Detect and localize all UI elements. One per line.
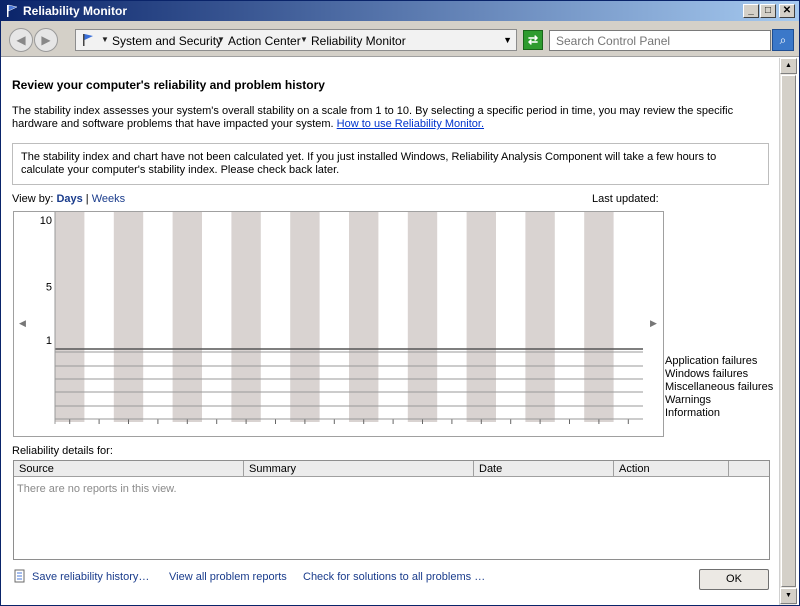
- view-weeks-link[interactable]: Weeks: [92, 193, 125, 205]
- chevron-down-icon[interactable]: ▼: [217, 35, 225, 44]
- search-icon: ⌕: [779, 33, 787, 47]
- search-input[interactable]: [549, 30, 771, 51]
- legend-item: Information: [665, 407, 721, 419]
- view-problem-reports-link[interactable]: View all problem reports: [169, 571, 287, 583]
- column-action[interactable]: Action: [614, 461, 729, 477]
- chart-column[interactable]: [172, 212, 202, 422]
- view-by: View by: Days | Weeks: [12, 193, 125, 205]
- chart-column[interactable]: [584, 212, 614, 422]
- arrow-right-icon: ▶: [41, 33, 51, 47]
- reliability-details-table: Source Summary Date Action There are no …: [13, 460, 770, 560]
- breadcrumb[interactable]: ▼ System and Security ▼ Action Center ▼ …: [75, 29, 517, 51]
- y-tick-label: 1: [46, 335, 52, 347]
- chevron-down-icon[interactable]: ▼: [101, 35, 109, 44]
- vertical-scrollbar[interactable]: ▲ ▼: [779, 58, 797, 605]
- column-source[interactable]: Source: [14, 461, 244, 477]
- chart-column[interactable]: [466, 212, 496, 422]
- column-date[interactable]: Date: [474, 461, 614, 477]
- save-history-link[interactable]: Save reliability history…: [32, 571, 149, 583]
- column-summary[interactable]: Summary: [244, 461, 474, 477]
- title-bar: Reliability Monitor _ □ ✕: [1, 1, 799, 21]
- empty-message: There are no reports in this view.: [17, 483, 177, 495]
- chart-legend: Application failures Windows failures Misc…: [665, 355, 773, 420]
- flag-icon: [7, 4, 18, 17]
- breadcrumb-system-security[interactable]: System and Security: [112, 34, 222, 48]
- refresh-button[interactable]: ⇄: [523, 30, 543, 50]
- chart-column[interactable]: [290, 212, 320, 422]
- window-title: Reliability Monitor: [23, 4, 128, 18]
- chart-scroll-left-icon[interactable]: ◀: [19, 318, 26, 328]
- chevron-down-icon: ▼: [785, 592, 792, 599]
- chart-scroll-right-icon[interactable]: ▶: [650, 318, 657, 328]
- breadcrumb-action-center[interactable]: Action Center: [228, 34, 301, 48]
- not-calculated-notice: The stability index and chart have not b…: [12, 143, 769, 185]
- legend-item: Miscellaneous failures: [665, 381, 774, 393]
- chevron-up-icon: ▲: [785, 62, 792, 69]
- chevron-down-icon[interactable]: ▼: [300, 35, 308, 44]
- flag-icon: [83, 34, 93, 46]
- chart-column[interactable]: [231, 212, 261, 422]
- scroll-thumb[interactable]: [781, 75, 796, 587]
- reliability-monitor-window: Reliability Monitor _ □ ✕ ◀ ▶ ▼ System a…: [0, 0, 800, 606]
- view-days-link[interactable]: Days: [56, 193, 82, 205]
- ok-button[interactable]: OK: [699, 569, 769, 590]
- legend-item: Warnings: [665, 394, 712, 406]
- page-description: The stability index assesses your system…: [12, 105, 752, 131]
- refresh-icon: ⇄: [527, 33, 539, 47]
- last-updated-label: Last updated:: [592, 193, 659, 205]
- search-button[interactable]: ⌕: [772, 29, 794, 51]
- chart-column[interactable]: [407, 212, 438, 422]
- view-by-label: View by:: [12, 193, 54, 205]
- chart-column[interactable]: [113, 212, 144, 422]
- scroll-down-button[interactable]: ▼: [780, 588, 797, 604]
- check-solutions-link[interactable]: Check for solutions to all problems …: [303, 571, 485, 583]
- legend-item: Application failures: [665, 355, 758, 367]
- chart-column[interactable]: [525, 212, 555, 422]
- chart-column[interactable]: [55, 212, 85, 422]
- maximize-button[interactable]: □: [760, 4, 776, 18]
- arrow-left-icon: ◀: [16, 33, 26, 47]
- minimize-button[interactable]: _: [743, 4, 759, 18]
- view-separator: |: [85, 193, 89, 205]
- stability-chart[interactable]: 10 5 1 ◀ ▶: [13, 211, 664, 437]
- back-button[interactable]: ◀: [9, 28, 33, 52]
- page-title: Review your computer's reliability and p…: [12, 78, 325, 92]
- address-dropdown-icon[interactable]: ▼: [503, 35, 512, 45]
- chart-column[interactable]: [349, 212, 379, 422]
- stability-chart-svg: 10 5 1 ◀ ▶: [19, 212, 657, 424]
- details-label: Reliability details for:: [12, 445, 113, 457]
- help-link[interactable]: How to use Reliability Monitor.: [337, 118, 484, 130]
- main-content: Review your computer's reliability and p…: [2, 58, 778, 605]
- address-bar: ◀ ▶ ▼ System and Security ▼ Action Cente…: [1, 21, 799, 57]
- forward-button[interactable]: ▶: [34, 28, 58, 52]
- table-header: Source Summary Date Action: [14, 461, 769, 477]
- close-button[interactable]: ✕: [779, 4, 795, 18]
- breadcrumb-reliability-monitor[interactable]: Reliability Monitor: [311, 34, 406, 48]
- y-tick-label: 5: [46, 282, 52, 294]
- column-filler: [729, 461, 769, 477]
- legend-item: Windows failures: [665, 368, 749, 380]
- y-tick-label: 10: [40, 215, 52, 227]
- scroll-up-button[interactable]: ▲: [780, 58, 797, 74]
- save-history-icon: [14, 569, 25, 583]
